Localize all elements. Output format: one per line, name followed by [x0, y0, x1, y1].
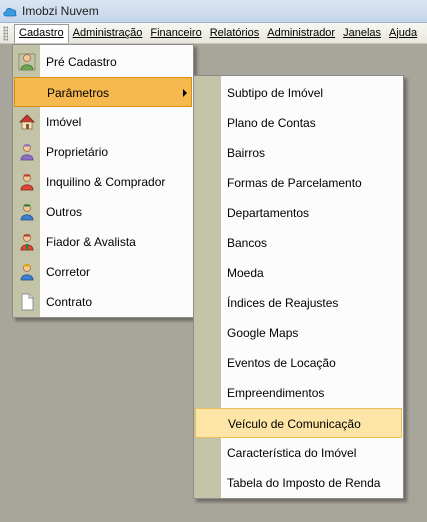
menu-item-label: Pré Cadastro: [46, 55, 117, 69]
menu-item-indices-reajustes[interactable]: Índices de Reajustes: [195, 288, 402, 318]
menu-administracao[interactable]: Administração: [69, 24, 147, 43]
menu-item-pre-cadastro[interactable]: Pré Cadastro: [14, 47, 192, 77]
menu-item-moeda[interactable]: Moeda: [195, 258, 402, 288]
menu-item-label: Google Maps: [227, 326, 299, 340]
menu-item-inquilino-comprador[interactable]: Inquilino & Comprador: [14, 167, 192, 197]
inquilino-person-icon: [18, 173, 36, 191]
menu-item-label: Característica do Imóvel: [227, 446, 357, 460]
menu-item-label: Índices de Reajustes: [227, 296, 339, 310]
menu-item-label: Fiador & Avalista: [46, 235, 136, 249]
menu-item-label: Subtipo de Imóvel: [227, 86, 324, 100]
menu-item-imovel[interactable]: Imóvel: [14, 107, 192, 137]
menu-item-label: Proprietário: [46, 145, 109, 159]
menu-item-label: Empreendimentos: [227, 386, 325, 400]
menu-item-label: Inquilino & Comprador: [46, 175, 166, 189]
menu-item-eventos-locacao[interactable]: Eventos de Locação: [195, 348, 402, 378]
menu-ajuda[interactable]: Ajuda: [385, 24, 421, 43]
pre-cadastro-person-icon: [18, 53, 36, 71]
menu-item-label: Formas de Parcelamento: [227, 176, 362, 190]
window-title: Imobzi Nuvem: [22, 4, 99, 18]
menu-item-label: Bairros: [227, 146, 266, 160]
menu-item-label: Parâmetros: [47, 86, 110, 100]
menu-item-parametros[interactable]: Parâmetros: [14, 77, 192, 107]
menu-item-label: Veículo de Comunicação: [228, 417, 361, 431]
title-bar: Imobzi Nuvem: [0, 0, 427, 23]
menu-item-fiador-avalista[interactable]: Fiador & Avalista: [14, 227, 192, 257]
menu-item-contrato[interactable]: Contrato: [14, 287, 192, 317]
menu-item-departamentos[interactable]: Departamentos: [195, 198, 402, 228]
menu-item-label: Moeda: [227, 266, 264, 280]
outros-person-icon: [18, 203, 36, 221]
menu-item-proprietario[interactable]: Proprietário: [14, 137, 192, 167]
menu-administrador[interactable]: Administrador: [263, 24, 339, 43]
menu-item-label: Eventos de Locação: [227, 356, 336, 370]
menu-item-label: Tabela do Imposto de Renda: [227, 476, 381, 490]
corretor-person-icon: [18, 263, 36, 281]
menu-item-label: Plano de Contas: [227, 116, 316, 130]
menu-item-label: Imóvel: [46, 115, 82, 129]
menubar-grip[interactable]: [3, 25, 8, 41]
menu-item-label: Bancos: [227, 236, 268, 250]
menu-item-tabela-imposto-renda[interactable]: Tabela do Imposto de Renda: [195, 468, 402, 498]
cloud-icon: [2, 5, 18, 17]
house-icon: [18, 113, 36, 131]
fiador-person-icon: [18, 233, 36, 251]
menu-item-veiculo-comunicacao[interactable]: Veículo de Comunicação: [195, 408, 402, 438]
menu-janelas[interactable]: Janelas: [339, 24, 385, 43]
menu-item-caracteristica-imovel[interactable]: Característica do Imóvel: [195, 438, 402, 468]
cadastro-dropdown: Pré Cadastro Parâmetros Imóvel Proprietá…: [12, 44, 194, 318]
submenu-arrow-icon: [183, 89, 187, 97]
menu-item-label: Corretor: [46, 265, 91, 279]
menu-item-label: Outros: [46, 205, 83, 219]
menu-item-bancos[interactable]: Bancos: [195, 228, 402, 258]
menu-cadastro[interactable]: Cadastro: [14, 23, 69, 43]
menu-relatorios[interactable]: Relatórios: [206, 24, 264, 43]
menu-item-outros[interactable]: Outros: [14, 197, 192, 227]
menu-item-corretor[interactable]: Corretor: [14, 257, 192, 287]
menu-item-bairros[interactable]: Bairros: [195, 138, 402, 168]
menu-item-label: Departamentos: [227, 206, 310, 220]
document-icon: [18, 293, 36, 311]
menu-item-formas-parcelamento[interactable]: Formas de Parcelamento: [195, 168, 402, 198]
menu-item-empreendimentos[interactable]: Empreendimentos: [195, 378, 402, 408]
parametros-submenu: Subtipo de Imóvel Plano de Contas Bairro…: [193, 75, 404, 499]
menu-item-google-maps[interactable]: Google Maps: [195, 318, 402, 348]
menu-item-label: Contrato: [46, 295, 93, 309]
menu-item-plano-de-contas[interactable]: Plano de Contas: [195, 108, 402, 138]
proprietario-person-icon: [18, 143, 36, 161]
menu-financeiro[interactable]: Financeiro: [146, 24, 205, 43]
menu-item-subtipo-imovel[interactable]: Subtipo de Imóvel: [195, 78, 402, 108]
menu-bar: Cadastro Administração Financeiro Relató…: [0, 23, 427, 44]
